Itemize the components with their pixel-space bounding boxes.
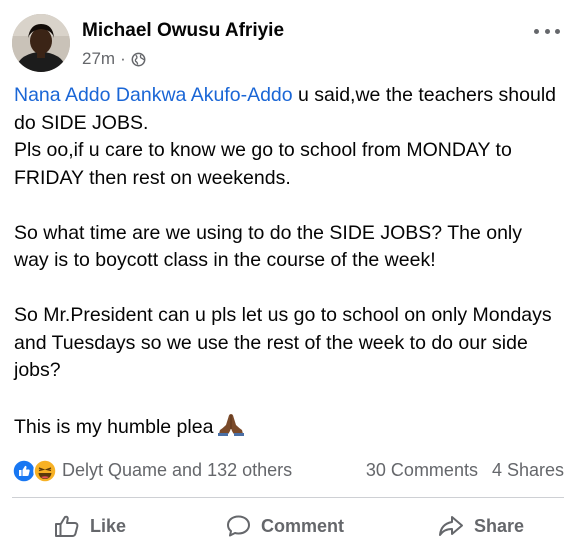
paragraph-4: This is my humble plea bbox=[14, 412, 562, 445]
comment-label: Comment bbox=[261, 515, 345, 536]
paragraph-4-text: This is my humble plea bbox=[14, 416, 214, 438]
comments-count[interactable]: 30 Comments bbox=[366, 460, 478, 480]
mention-link[interactable]: Nana Addo Dankwa Akufo-Addo bbox=[14, 84, 293, 106]
post-time[interactable]: 27m bbox=[82, 49, 115, 69]
post-header: Michael Owusu Afriyie 27m · bbox=[0, 0, 568, 80]
reaction-icons[interactable] bbox=[12, 459, 58, 483]
meta-separator: · bbox=[120, 49, 126, 68]
reactions-bar: Delyt Quame and 132 others 30 Comments 4 … bbox=[12, 456, 564, 486]
globe-icon bbox=[131, 52, 146, 67]
avatar[interactable] bbox=[12, 14, 70, 72]
paragraph-2: So what time are we using to do the SIDE… bbox=[14, 221, 522, 272]
share-button[interactable]: Share bbox=[438, 505, 524, 547]
folded-hands-icon bbox=[217, 412, 245, 445]
paragraph-1-line2: Pls oo,if u care to know we go to school… bbox=[14, 139, 512, 189]
post-text: Nana Addo Dankwa Akufo-Addo u said,we th… bbox=[14, 82, 562, 445]
post-meta: 27m · bbox=[82, 49, 146, 69]
divider bbox=[12, 497, 564, 498]
comment-icon bbox=[227, 515, 250, 537]
comment-button[interactable]: Comment bbox=[226, 505, 344, 547]
shares-count[interactable]: 4 Shares bbox=[492, 460, 564, 480]
engagement-counts: 30 Comments 4 Shares bbox=[366, 460, 564, 481]
thumbs-up-icon bbox=[55, 515, 79, 537]
like-button[interactable]: Like bbox=[54, 505, 126, 547]
like-label: Like bbox=[90, 515, 127, 536]
share-label: Share bbox=[474, 515, 525, 536]
post-actions: Like Comment Share bbox=[0, 505, 568, 547]
author-name[interactable]: Michael Owusu Afriyie bbox=[82, 20, 284, 42]
paragraph-3: So Mr.President can u pls let us go to s… bbox=[14, 304, 552, 381]
reactions-summary[interactable]: Delyt Quame and 132 others bbox=[62, 460, 292, 481]
more-options-icon[interactable] bbox=[534, 24, 560, 38]
paragraph-1: Nana Addo Dankwa Akufo-Addo u said,we th… bbox=[14, 82, 562, 137]
share-icon bbox=[439, 516, 463, 536]
